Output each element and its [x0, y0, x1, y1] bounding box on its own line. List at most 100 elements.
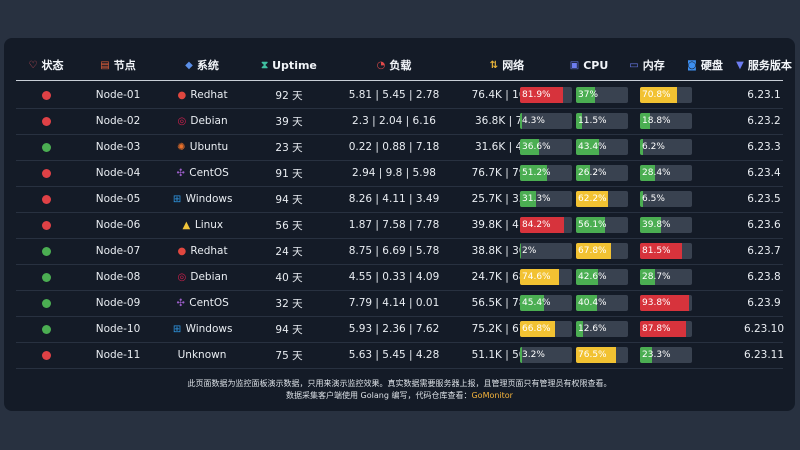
os-cell: ✺ Ubuntu — [160, 134, 244, 160]
header-network[interactable]: ⇅ 网络 — [454, 50, 560, 80]
disk-usage-bar: 81.5% — [640, 243, 692, 259]
table-row[interactable]: Node-04 91 天 2.94 | 9.8 | 5.98 76.7K | 79.5… — [16, 160, 783, 187]
os-cell: ● Redhat — [160, 82, 244, 108]
uptime-cell: 40 天 — [275, 271, 303, 284]
version-cell: 6.23.10 — [743, 323, 785, 335]
load-cell: 4.55 | 0.33 | 4.09 — [348, 271, 440, 283]
header-uptime[interactable]: ⧗ Uptime — [244, 50, 334, 80]
uptime-cell: 92 天 — [275, 89, 303, 102]
cpu-usage-label: 31.3% — [522, 194, 551, 204]
disk-usage-label: 6.2% — [642, 142, 665, 152]
header-version[interactable]: ▼ 服务版本 — [734, 50, 794, 80]
version-cell: 6.23.6 — [747, 219, 781, 231]
table-row[interactable]: Node-05 94 天 8.26 | 4.11 | 3.49 25.7K | 33.… — [16, 186, 783, 213]
header-status-label: 状态 — [41, 59, 64, 72]
disk-usage-bar: 28.7% — [640, 269, 692, 285]
disk-usage-bar: 39.8% — [640, 217, 692, 233]
header-memory[interactable]: ▭ 内存 — [618, 50, 676, 80]
table-row[interactable]: Node-08 40 天 4.55 | 0.33 | 4.09 24.7K | 68.… — [16, 264, 783, 291]
table-row[interactable]: Node-11 75 天 5.63 | 5.45 | 4.28 51.1K | 50.… — [16, 342, 784, 369]
table-row[interactable]: Node-06 56 天 1.87 | 7.58 | 7.78 39.8K | 41.… — [16, 212, 783, 239]
status-cell — [16, 82, 76, 108]
memory-usage-bar: 56.1% — [576, 217, 628, 233]
status-online-indicator — [41, 142, 51, 152]
version-cell: 6.23.4 — [747, 167, 781, 179]
cpu-usage-label: 51.2% — [522, 168, 551, 178]
memory-usage-label: 62.2% — [578, 194, 607, 204]
disk-usage-label: 93.8% — [642, 298, 671, 308]
cpu-usage-bar: 2% — [520, 243, 572, 259]
uptime-cell: 32 天 — [275, 297, 303, 310]
header-load[interactable]: ◔ 负载 — [334, 50, 454, 80]
gomonitor-link[interactable]: GoMonitor — [471, 391, 513, 400]
disk-usage-bar: 87.8% — [640, 321, 692, 337]
header-status[interactable]: ♡ 状态 — [16, 50, 76, 80]
status-cell — [16, 186, 76, 212]
disk-usage-label: 18.8% — [642, 116, 671, 126]
status-offline-indicator — [41, 90, 51, 100]
header-node[interactable]: ▤ 节点 — [76, 50, 160, 80]
load-cell: 1.87 | 7.58 | 7.78 — [348, 219, 440, 231]
table-row[interactable]: Node-02 39 天 2.3 | 2.04 | 6.16 36.8K | 7.5K… — [16, 108, 783, 135]
debian-icon: ◎ — [177, 271, 187, 283]
memory-usage-bar: 12.6% — [576, 321, 628, 337]
os-name: Redhat — [190, 245, 228, 257]
status-online-indicator — [41, 272, 51, 282]
memory-usage-bar: 43.4% — [576, 139, 628, 155]
header-cpu[interactable]: ▣ CPU — [560, 50, 618, 80]
uptime-cell: 94 天 — [275, 193, 303, 206]
os-name: Debian — [190, 115, 228, 127]
table-row[interactable]: Node-10 94 天 5.93 | 2.36 | 7.62 75.2K | 67.… — [16, 316, 784, 343]
load-cell: 5.81 | 5.45 | 2.78 — [348, 89, 440, 101]
os-name: Windows — [185, 323, 233, 335]
os-cell: ◎ Debian — [160, 108, 244, 134]
disk-usage-bar: 70.8% — [640, 87, 692, 103]
memory-usage-label: 12.6% — [578, 324, 607, 334]
status-cell — [16, 342, 76, 368]
version-cell: 6.23.7 — [747, 245, 781, 257]
disk-usage-label: 70.8% — [642, 90, 671, 100]
uptime-cell: 23 天 — [275, 141, 303, 154]
node-cell: Node-11 — [95, 349, 141, 361]
status-offline-indicator — [41, 194, 51, 204]
header-version-label: 服务版本 — [747, 59, 792, 72]
cpu-usage-label: 81.9% — [522, 90, 551, 100]
status-online-indicator — [41, 246, 51, 256]
disk-usage-bar: 28.4% — [640, 165, 692, 181]
status-online-indicator — [41, 298, 51, 308]
cpu-usage-bar: 4.3% — [520, 113, 572, 129]
memory-usage-label: 42.6% — [578, 272, 607, 282]
version-cell: 6.23.5 — [747, 193, 781, 205]
header-node-label: 节点 — [113, 59, 136, 72]
header-disk[interactable]: ◙ 硬盘 — [676, 50, 734, 80]
os-name: CentOS — [189, 167, 229, 179]
memory-usage-label: 26.2% — [578, 168, 607, 178]
load-cell: 2.3 | 2.04 | 6.16 — [352, 115, 436, 127]
node-cell: Node-06 — [95, 219, 141, 231]
monitor-panel: ♡ 状态 ▤ 节点 ◆ 系统 ⧗ Uptime ◔ 负载 ⇅ 网络 ▣ CPU ▭ 内存 ◙ 硬盘 ▼ 服务版本 No… — [4, 38, 795, 411]
memory-usage-bar: 11.5% — [576, 113, 628, 129]
table-row[interactable]: Node-07 24 天 8.75 | 6.69 | 5.78 38.8K | 30.… — [16, 238, 783, 265]
cpu-usage-label: 45.4% — [522, 298, 551, 308]
centos-icon: ✣ — [176, 167, 185, 179]
memory-usage-bar: 62.2% — [576, 191, 628, 207]
table-header: ♡ 状态 ▤ 节点 ◆ 系统 ⧗ Uptime ◔ 负载 ⇅ 网络 ▣ CPU ▭ 内存 ◙ 硬盘 ▼ 服务版本 — [16, 50, 792, 81]
cpu-usage-bar: 36.6% — [520, 139, 572, 155]
memory-usage-bar: 42.6% — [576, 269, 628, 285]
version-icon: ▼ — [736, 59, 744, 71]
cpu-usage-bar: 31.3% — [520, 191, 572, 207]
header-os[interactable]: ◆ 系统 — [160, 50, 244, 80]
table-row[interactable]: Node-03 23 天 0.22 | 0.88 | 7.18 31.6K | 4.8… — [16, 134, 783, 161]
header-os-label: 系统 — [196, 59, 219, 72]
table-row[interactable]: Node-01 92 天 5.81 | 5.45 | 2.78 76.4K | 16.… — [16, 82, 783, 109]
memory-usage-bar: 37% — [576, 87, 628, 103]
status-cell — [16, 316, 76, 342]
table-row[interactable]: Node-09 32 天 7.79 | 4.14 | 0.01 56.5K | 78.… — [16, 290, 783, 317]
cpu-usage-bar: 45.4% — [520, 295, 572, 311]
memory-usage-label: 56.1% — [578, 220, 607, 230]
redhat-icon: ● — [177, 89, 187, 101]
footer-source-line: 数据采集客户端使用 Golang 编写，代码仓库查看：GoMonitor — [4, 390, 795, 402]
uptime-cell: 94 天 — [275, 323, 303, 336]
windows-icon: ⊞ — [172, 193, 182, 205]
node-cell: Node-01 — [95, 89, 141, 101]
